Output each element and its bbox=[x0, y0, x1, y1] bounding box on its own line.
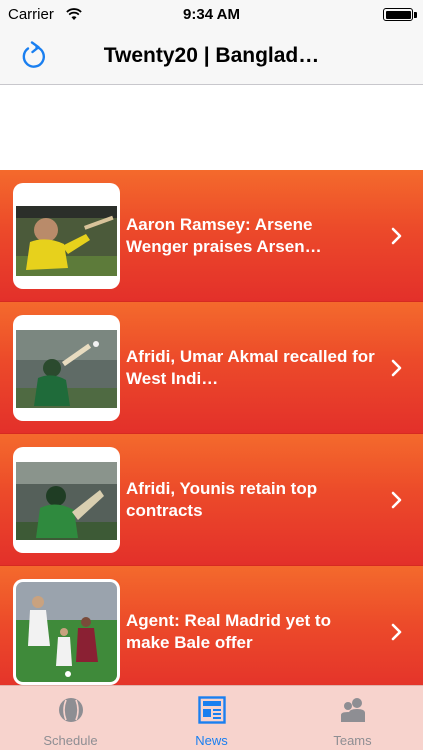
news-row[interactable]: Afridi, Younis retain top contracts bbox=[0, 434, 423, 566]
banner-area bbox=[0, 86, 423, 170]
news-title: Afridi, Umar Akmal recalled for West Ind… bbox=[126, 347, 375, 388]
newspaper-icon bbox=[197, 696, 227, 724]
chevron-right-icon bbox=[391, 359, 402, 377]
news-row[interactable]: Agent: Real Madrid yet to make Bale offe… bbox=[0, 566, 423, 685]
tab-label: Teams bbox=[333, 733, 372, 748]
cricket-ball-icon bbox=[56, 696, 86, 724]
refresh-button[interactable] bbox=[15, 38, 51, 74]
tab-teams[interactable]: Teams bbox=[282, 686, 423, 750]
news-row[interactable]: Aaron Ramsey: Arsene Wenger praises Arse… bbox=[0, 170, 423, 302]
tab-label: Schedule bbox=[43, 733, 98, 748]
news-thumbnail bbox=[13, 183, 120, 289]
navigation-bar: Twenty20 | Banglad… bbox=[0, 30, 423, 85]
refresh-icon bbox=[22, 41, 46, 68]
news-thumbnail bbox=[13, 447, 120, 553]
people-icon bbox=[338, 696, 368, 724]
chevron-right-icon bbox=[391, 491, 402, 509]
battery-icon bbox=[383, 8, 413, 21]
status-bar: Carrier 9:34 AM bbox=[0, 0, 423, 30]
chevron-right-icon bbox=[391, 227, 402, 245]
news-list[interactable]: Aaron Ramsey: Arsene Wenger praises Arse… bbox=[0, 170, 423, 685]
batsman-in-green-kit-image bbox=[16, 450, 117, 550]
news-thumbnail bbox=[13, 315, 120, 421]
tab-label: News bbox=[195, 733, 228, 748]
news-title: Afridi, Younis retain top contracts bbox=[126, 479, 318, 520]
tab-bar: Schedule News Teams bbox=[0, 685, 423, 750]
tab-news[interactable]: News bbox=[141, 686, 282, 750]
news-title: Agent: Real Madrid yet to make Bale offe… bbox=[126, 611, 331, 652]
battery-tip bbox=[414, 12, 417, 18]
football-match-image bbox=[16, 582, 117, 682]
chevron-right-icon bbox=[391, 623, 402, 641]
news-row[interactable]: Afridi, Umar Akmal recalled for West Ind… bbox=[0, 302, 423, 434]
batsman-hitting-ball-image bbox=[16, 318, 117, 418]
page-title: Twenty20 | Banglad… bbox=[103, 44, 320, 67]
tab-schedule[interactable]: Schedule bbox=[0, 686, 141, 750]
player-in-yellow-kit-image bbox=[16, 186, 117, 286]
clock: 9:34 AM bbox=[183, 6, 240, 23]
news-thumbnail bbox=[13, 579, 120, 685]
news-title: Aaron Ramsey: Arsene Wenger praises Arse… bbox=[126, 215, 322, 256]
